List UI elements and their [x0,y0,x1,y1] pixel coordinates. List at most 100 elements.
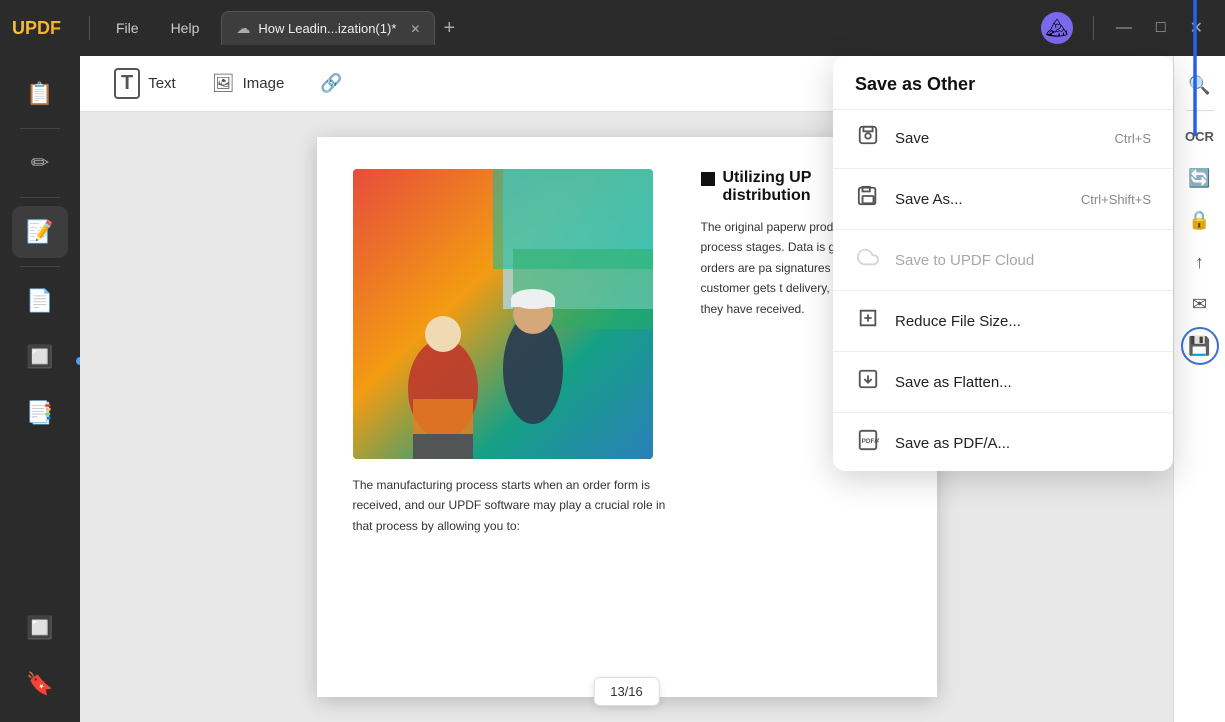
save-label: Save [895,130,1101,147]
pdf-heading-line1: Utilizing UP [723,169,812,186]
annotate-icon: 📝 [26,219,53,245]
share-tool-button[interactable]: ↑ [1181,243,1219,281]
bookmark-icon: 🔖 [26,671,53,697]
email-icon: ✉ [1192,294,1207,315]
flatten-label: Save as Flatten... [895,374,1151,391]
sidebar-divider-1 [20,128,60,129]
dropdown-divider-3 [833,290,1173,291]
pdf-left-column: The manufacturing process starts when an… [353,169,673,665]
layers-icon: 🔲 [26,615,53,641]
link-tool-button[interactable]: 🔗 [302,65,360,102]
convert-tool-button[interactable]: 🔄 [1181,159,1219,197]
titlebar: UPDF File Help ☁ How Leadin...ization(1)… [0,0,1225,56]
save-as-label: Save As... [895,191,1067,208]
sidebar-item-reader[interactable]: 📋 [12,68,68,120]
sidebar-item-organize[interactable]: 📑 [12,387,68,439]
sidebar-item-edit[interactable]: ✏ [12,137,68,189]
dropdown-divider-1 [833,168,1173,169]
convert-icon: 🔄 [1188,168,1210,189]
save-as-other-icon: 💾 [1188,336,1210,357]
reduce-icon [855,307,881,335]
avatar-image: 🏔 [1045,18,1068,39]
reader-icon: 📋 [26,81,53,107]
titlebar-sep [89,16,90,40]
active-tab[interactable]: ☁ How Leadin...ization(1)* ✕ [221,11,435,45]
titlebar-actions: 🏔 — □ ✕ [1033,12,1213,44]
protect-tool-button[interactable]: 🔒 [1181,201,1219,239]
dropdown-title: Save as Other [833,56,1173,110]
svg-text:PDF/A: PDF/A [862,438,879,445]
pdfa-icon: PDF/A [855,429,881,457]
tab-label: How Leadin...ization(1)* [258,21,396,36]
cloud-icon [855,246,881,274]
pages-icon: 📄 [26,288,53,314]
pdfa-label: Save as PDF/A... [895,435,1151,452]
link-tool-icon: 🔗 [320,73,342,94]
dropdown-pdfa[interactable]: PDF/A Save as PDF/A... [833,415,1173,471]
image-tool-label: Image [243,75,285,92]
dropdown-flatten[interactable]: Save as Flatten... [833,354,1173,410]
save-as-shortcut: Ctrl+Shift+S [1081,192,1151,207]
text-tool-icon: T [114,68,140,99]
pdf-heading-line2: distribution [723,187,811,204]
pdf-image [353,169,653,459]
tab-bar: ☁ How Leadin...ization(1)* ✕ + [221,11,1033,45]
pdf-image-content [353,169,653,459]
dropdown-reduce[interactable]: Reduce File Size... [833,293,1173,349]
text-tool-button[interactable]: T Text [96,60,194,107]
search-icon: 🔍 [1188,75,1210,96]
save-cloud-label: Save to UPDF Cloud [895,252,1151,269]
left-sidebar: 📋 ✏ 📝 📄 🔲 📑 🔲 🔖 [0,56,80,722]
titlebar-action-sep [1093,16,1094,40]
image-tool-icon: 🖼 [212,73,235,94]
sidebar-item-annotate[interactable]: 📝 [12,206,68,258]
organize-icon: 📑 [26,400,53,426]
tab-add-button[interactable]: + [443,17,455,40]
sidebar-item-bookmark[interactable]: 🔖 [12,658,68,710]
pdf-image-svg [353,169,653,459]
share-icon: ↑ [1195,252,1204,273]
titlebar-menu: File Help [102,14,213,42]
pdf-heading-text: Utilizing UP distribution [723,169,812,205]
menu-file[interactable]: File [102,14,153,42]
page-indicator: 13/16 [593,677,660,706]
right-toolbar: 🔍 OCR 🔄 🔒 ↑ ✉ 💾 [1173,56,1225,722]
close-button[interactable]: ✕ [1180,12,1213,44]
menu-help[interactable]: Help [157,14,214,42]
minimize-button[interactable]: — [1106,13,1142,43]
flatten-icon [855,368,881,396]
dropdown-divider-2 [833,229,1173,230]
search-tool-button[interactable]: 🔍 [1181,66,1219,104]
ocr-tool-button[interactable]: OCR [1181,117,1219,155]
pdf-heading-box [701,172,715,186]
tab-close-button[interactable]: ✕ [410,22,420,36]
sidebar-item-crop[interactable]: 🔲 [12,331,68,383]
dropdown-divider-4 [833,351,1173,352]
dropdown-save-as[interactable]: Save As... Ctrl+Shift+S [833,171,1173,227]
dropdown-save[interactable]: Save Ctrl+S [833,110,1173,166]
sidebar-item-pages[interactable]: 📄 [12,275,68,327]
save-shortcut: Ctrl+S [1115,131,1151,146]
protect-icon: 🔒 [1188,210,1210,231]
avatar: 🏔 [1041,12,1073,44]
ocr-icon: OCR [1185,129,1214,144]
pdf-left-text: The manufacturing process starts when an… [353,475,673,536]
tab-cloud-icon: ☁ [236,20,250,37]
sidebar-item-layers[interactable]: 🔲 [12,602,68,654]
maximize-button[interactable]: □ [1146,13,1176,43]
image-tool-button[interactable]: 🖼 Image [194,65,303,102]
app-logo: UPDF [12,18,61,39]
right-tool-divider-1 [1186,110,1214,111]
edit-icon: ✏ [31,150,49,176]
email-tool-button[interactable]: ✉ [1181,285,1219,323]
sidebar-divider-2 [20,197,60,198]
save-as-other-button[interactable]: 💾 [1181,327,1219,365]
dropdown-save-cloud: Save to UPDF Cloud [833,232,1173,288]
sidebar-divider-3 [20,266,60,267]
app-body: 📋 ✏ 📝 📄 🔲 📑 🔲 🔖 [0,56,1225,722]
text-tool-label: Text [148,75,176,92]
dropdown-divider-5 [833,412,1173,413]
crop-icon: 🔲 [26,344,53,370]
save-icon [855,124,881,152]
reduce-label: Reduce File Size... [895,313,1151,330]
